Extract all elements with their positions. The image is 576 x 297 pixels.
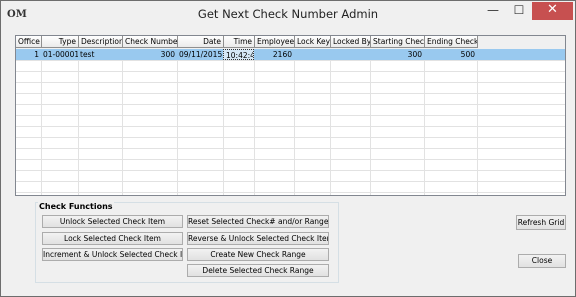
grid-line (16, 126, 565, 127)
cell-employee[interactable]: 2160 (254, 49, 294, 60)
cell-office[interactable]: 1 (16, 49, 41, 60)
create-check-range-button[interactable]: Create New Check Range (187, 248, 329, 261)
cell-date[interactable]: 09/11/2015 (177, 49, 223, 60)
delete-check-range-button[interactable]: Delete Selected Check Range (187, 264, 329, 277)
grid-line (16, 71, 565, 72)
column-header-starting-check[interactable]: Starting Check (371, 36, 425, 48)
cell-description[interactable]: test (78, 49, 122, 60)
reverse-unlock-check-item-button[interactable]: Reverse & Unlock Selected Check Item (187, 232, 329, 245)
grid-header: Office Type Description Check Number Dat… (16, 36, 565, 49)
check-grid[interactable]: Office Type Description Check Number Dat… (15, 35, 566, 196)
cell-check-number[interactable]: 300 (122, 49, 177, 60)
unlock-selected-check-item-button[interactable]: Unlock Selected Check Item (42, 215, 183, 228)
grid-line (16, 192, 565, 193)
grid-line (16, 115, 565, 116)
column-header-lock-key[interactable]: Lock Key (295, 36, 331, 48)
increment-unlock-check-item-button[interactable]: Increment & Unlock Selected Check Item (42, 248, 183, 261)
column-header-type[interactable]: Type (42, 36, 79, 48)
grid-line (16, 93, 565, 94)
grid-line (16, 148, 565, 149)
grid-line (16, 170, 565, 171)
minimize-button[interactable]: — (480, 2, 506, 20)
column-header-ending-check[interactable]: Ending Check (425, 36, 478, 48)
cell-type[interactable]: 01-00001 (41, 49, 78, 60)
column-header-time[interactable]: Time (224, 36, 255, 48)
column-header-date[interactable]: Date (178, 36, 224, 48)
grid-line (16, 137, 565, 138)
column-header-employee[interactable]: Employee (255, 36, 295, 48)
lock-selected-check-item-button[interactable]: Lock Selected Check Item (42, 232, 183, 245)
refresh-grid-button[interactable]: Refresh Grid (516, 215, 566, 230)
grid-line (16, 159, 565, 160)
title-bar: OM Get Next Check Number Admin — ☐ ✕ (1, 1, 575, 28)
close-window-button[interactable]: ✕ (532, 2, 573, 20)
column-header-description[interactable]: Description (79, 36, 123, 48)
window: OM Get Next Check Number Admin — ☐ ✕ Off… (0, 0, 576, 297)
column-header-check-number[interactable]: Check Number (123, 36, 178, 48)
reset-check-range-button[interactable]: Reset Selected Check# and/or Range(s) (187, 215, 329, 228)
column-header-locked-by[interactable]: Locked By (331, 36, 371, 48)
cell-starting-check[interactable]: 300 (370, 49, 424, 60)
grid-line (16, 60, 565, 61)
cell-locked-by[interactable] (330, 49, 370, 60)
cell-time[interactable]: 10:42:42 (223, 49, 254, 60)
check-functions-legend: Check Functions (38, 202, 114, 211)
grid-line (16, 82, 565, 83)
cell-ending-check[interactable]: 500 (424, 49, 477, 60)
column-header-office[interactable]: Office (16, 36, 42, 48)
cell-lock-key[interactable] (294, 49, 330, 60)
grid-line (16, 104, 565, 105)
grid-line (16, 181, 565, 182)
close-button[interactable]: Close (518, 254, 566, 268)
maximize-button[interactable]: ☐ (506, 2, 532, 20)
